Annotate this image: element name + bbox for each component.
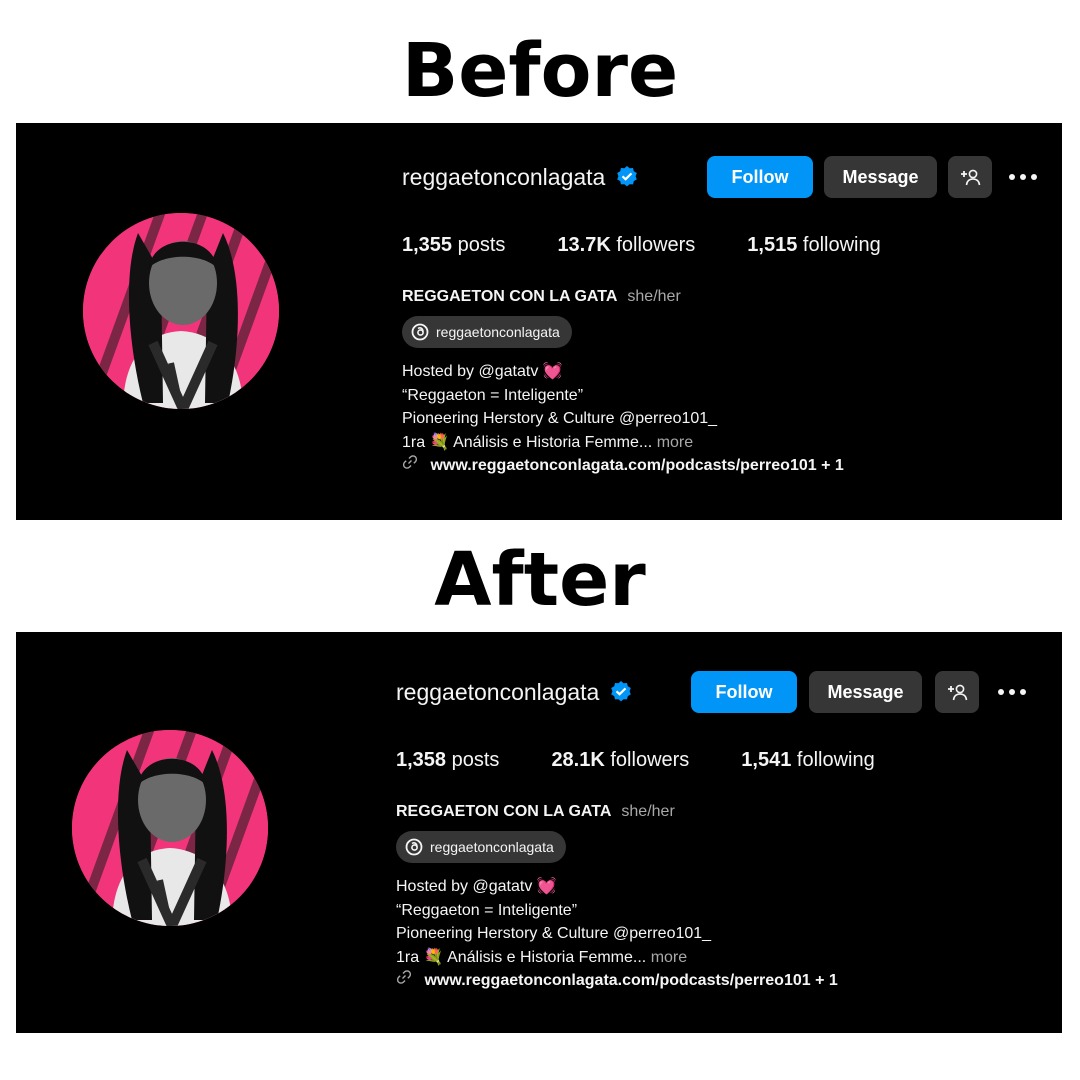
- pronouns: she/her: [627, 288, 681, 305]
- bio-line-4-prefix: 1ra: [402, 433, 426, 451]
- bio-line-2: “Reggaeton = Inteligente”: [396, 901, 578, 919]
- profile-stats: 1,355 posts 13.7K followers 1,515 follow…: [402, 234, 881, 257]
- posts-stat[interactable]: 1,355 posts: [402, 234, 505, 257]
- bio-line-3: Pioneering Herstory & Culture @perreo101…: [402, 410, 718, 427]
- after-avatar[interactable]: [72, 730, 268, 926]
- more-link[interactable]: more: [657, 434, 693, 451]
- following-stat[interactable]: 1,515 following: [747, 234, 880, 257]
- bio-line-4: Análisis e Historia Femme...: [453, 433, 653, 451]
- verified-badge-icon: [611, 681, 632, 702]
- bio: Hosted by @gatatv 💓 “Reggaeton = Intelig…: [402, 360, 844, 478]
- heart-emoji: 💓: [536, 878, 557, 895]
- bio-line-2: “Reggaeton = Inteligente”: [402, 386, 584, 404]
- suggest-accounts-button[interactable]: [935, 671, 979, 713]
- before-profile-panel: reggaetonconlagata Follow Message 1,355 …: [16, 123, 1062, 520]
- more-options-icon[interactable]: [1009, 156, 1037, 198]
- message-button[interactable]: Message: [809, 671, 922, 713]
- profile-photo: [83, 213, 279, 409]
- bio: Hosted by @gatatv 💓 “Reggaeton = Intelig…: [396, 875, 838, 993]
- after-heading: After: [434, 537, 646, 623]
- more-link[interactable]: more: [651, 949, 687, 966]
- threads-badge[interactable]: reggaetonconlagata: [396, 831, 566, 863]
- follow-button[interactable]: Follow: [707, 156, 813, 198]
- before-avatar[interactable]: [83, 213, 279, 409]
- verified-badge-icon: [617, 166, 638, 187]
- more-options-icon[interactable]: [998, 671, 1026, 713]
- bio-line-1: Hosted by @gatatv: [402, 363, 539, 380]
- pronouns: she/her: [621, 803, 675, 820]
- website-link[interactable]: www.reggaetonconlagata.com/podcasts/perr…: [424, 972, 837, 989]
- profile-photo: [72, 730, 268, 926]
- follow-button[interactable]: Follow: [691, 671, 797, 713]
- posts-stat[interactable]: 1,358 posts: [396, 749, 499, 772]
- after-profile-info: reggaetonconlagata Follow Message 1,358 …: [396, 671, 1056, 1011]
- heart-emoji: 💓: [542, 363, 563, 380]
- add-person-icon: [948, 684, 968, 701]
- threads-handle: reggaetonconlagata: [430, 839, 554, 855]
- bouquet-emoji: 💐: [429, 433, 450, 451]
- threads-icon: [405, 838, 423, 856]
- username[interactable]: reggaetonconlagata: [402, 164, 605, 191]
- username[interactable]: reggaetonconlagata: [396, 679, 599, 706]
- before-profile-info: reggaetonconlagata Follow Message 1,355 …: [402, 156, 1052, 496]
- following-stat[interactable]: 1,541 following: [741, 749, 874, 772]
- website-link[interactable]: www.reggaetonconlagata.com/podcasts/perr…: [430, 457, 843, 474]
- full-name: REGGAETON CON LA GATA: [402, 288, 618, 305]
- profile-stats: 1,358 posts 28.1K followers 1,541 follow…: [396, 749, 875, 772]
- link-icon: [402, 455, 418, 469]
- bio-line-4-prefix: 1ra: [396, 948, 420, 966]
- bouquet-emoji: 💐: [423, 948, 444, 966]
- followers-stat[interactable]: 13.7K followers: [557, 234, 695, 257]
- bio-line-4: Análisis e Historia Femme...: [447, 948, 647, 966]
- suggest-accounts-button[interactable]: [948, 156, 992, 198]
- message-button[interactable]: Message: [824, 156, 937, 198]
- link-icon: [396, 970, 412, 984]
- before-heading: Before: [401, 28, 679, 114]
- threads-handle: reggaetonconlagata: [436, 324, 560, 340]
- threads-badge[interactable]: reggaetonconlagata: [402, 316, 572, 348]
- bio-line-1: Hosted by @gatatv: [396, 878, 533, 895]
- after-profile-panel: reggaetonconlagata Follow Message 1,358 …: [16, 632, 1062, 1033]
- add-person-icon: [961, 169, 981, 186]
- followers-stat[interactable]: 28.1K followers: [551, 749, 689, 772]
- full-name: REGGAETON CON LA GATA: [396, 803, 612, 820]
- bio-line-3: Pioneering Herstory & Culture @perreo101…: [396, 925, 712, 942]
- threads-icon: [411, 323, 429, 341]
